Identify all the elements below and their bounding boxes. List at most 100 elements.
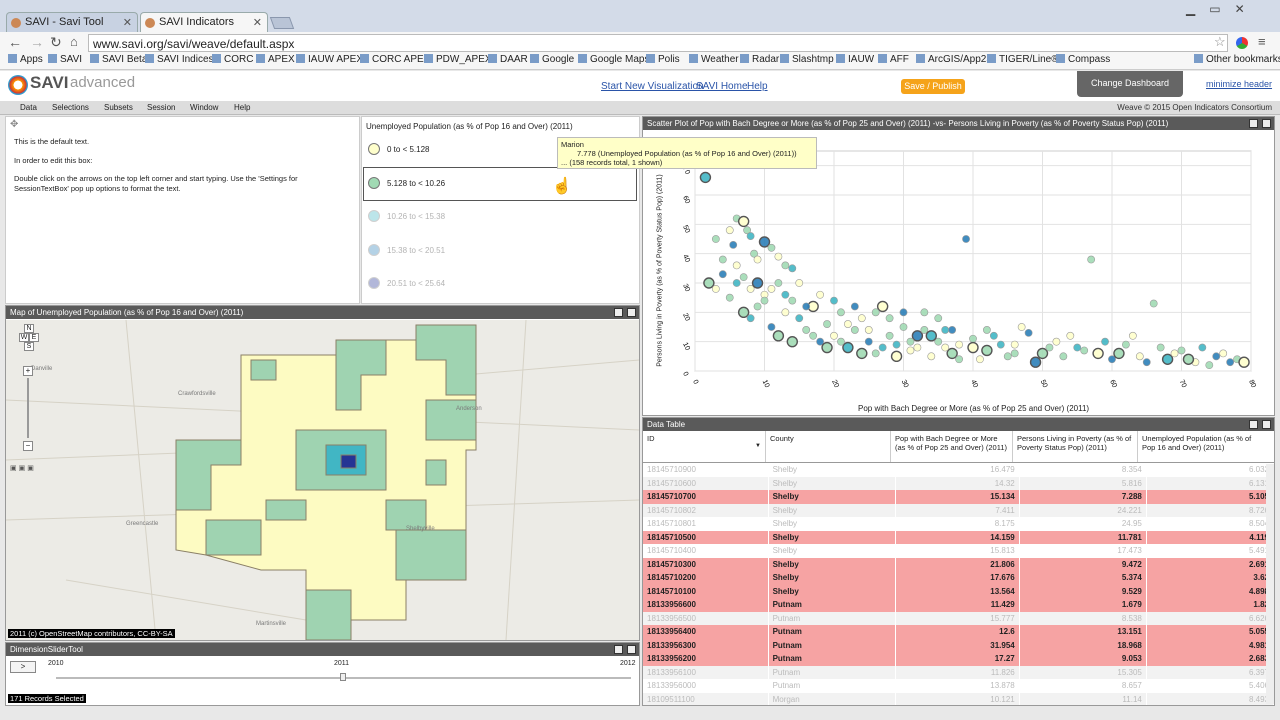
bookmark-item[interactable]: AFF (878, 54, 909, 65)
scatter-point[interactable] (920, 308, 929, 317)
table-row[interactable]: 18145710801 Shelby 8.175 24.95 8.504 (643, 517, 1274, 531)
menu-help[interactable]: Help (234, 103, 250, 112)
scatter-point[interactable] (718, 255, 727, 264)
star-icon[interactable]: ☆ (1214, 34, 1226, 50)
slider-thumb[interactable] (340, 673, 346, 681)
menu-window[interactable]: Window (190, 103, 218, 112)
column-header-bach[interactable]: Pop with Bach Degree or More (as % of Po… (891, 431, 1013, 462)
menu-selections[interactable]: Selections (52, 103, 89, 112)
extension-icon[interactable] (1236, 37, 1248, 49)
table-row[interactable]: 18133956000 Putnam 13.878 8.657 5.406 (643, 679, 1274, 693)
start-new-visualization-link[interactable]: Start New Visualization (601, 81, 704, 92)
table-row[interactable]: 18145710900 Shelby 16.479 8.354 6.032 (643, 463, 1274, 477)
scatter-point[interactable] (842, 341, 854, 354)
bookmark-item[interactable]: Weather (689, 54, 739, 65)
scatter-point[interactable] (1238, 356, 1250, 368)
scatter-point[interactable] (746, 314, 755, 323)
minimize-icon[interactable] (1249, 119, 1258, 128)
scatter-point[interactable] (969, 334, 977, 343)
scatter-point[interactable] (1003, 352, 1012, 361)
map-tool-icons[interactable]: ▣▣▣ (10, 464, 36, 472)
scatter-point[interactable] (962, 235, 970, 243)
help-link[interactable]: Help (747, 81, 768, 92)
scatter-point[interactable] (725, 293, 734, 302)
scatter-point[interactable] (996, 340, 1005, 349)
scatter-point[interactable] (699, 171, 712, 184)
sort-desc-icon[interactable]: ▼ (755, 443, 761, 449)
scatter-point[interactable] (1142, 358, 1151, 367)
scatter-point[interactable] (1219, 349, 1228, 358)
minimize-icon[interactable] (1249, 420, 1258, 429)
table-row[interactable]: 18145710700 Shelby 15.134 7.288 5.105 (643, 490, 1274, 504)
table-row[interactable]: 18145710100 Shelby 13.564 9.529 4.898 (643, 584, 1274, 598)
column-header-id[interactable]: ID ▼ (643, 431, 766, 462)
scatter-point[interactable] (1066, 331, 1075, 340)
pan-east-button[interactable]: E (29, 333, 39, 342)
bookmark-item[interactable]: Radar (740, 54, 779, 65)
scatter-point[interactable] (989, 331, 998, 340)
menu-data[interactable]: Data (20, 103, 37, 112)
scatter-point[interactable] (816, 290, 824, 299)
pan-south-button[interactable]: S (24, 342, 34, 351)
savi-home-link[interactable]: SAVI Home (696, 81, 748, 92)
scatter-point[interactable] (864, 326, 873, 334)
scatter-point[interactable] (1017, 323, 1026, 331)
scatter-point[interactable] (732, 279, 741, 287)
tab-savi-tool[interactable]: SAVI - Savi Tool ✕ (6, 12, 138, 32)
scatter-point[interactable] (725, 226, 734, 235)
scatter-point[interactable] (1170, 349, 1179, 358)
scatter-point[interactable] (737, 306, 750, 319)
scatter-point[interactable] (885, 314, 894, 323)
scatter-point[interactable] (737, 215, 750, 228)
scatter-point[interactable] (781, 290, 790, 299)
bookmark-item[interactable]: Apps (8, 54, 43, 65)
scatter-point[interactable] (751, 277, 764, 289)
scatter-point[interactable] (911, 330, 924, 342)
scatter-point[interactable] (934, 314, 943, 323)
column-header-unemployed[interactable]: Unemployed Population (as % of Pop 16 an… (1138, 431, 1263, 462)
maximize-icon[interactable] (627, 308, 636, 317)
bookmark-item[interactable]: ArcGIS/App25 (916, 54, 992, 65)
menu-icon[interactable]: ≡ (1258, 34, 1266, 49)
scatter-point[interactable] (774, 252, 783, 261)
scatter-point[interactable] (823, 320, 831, 328)
new-tab-button[interactable] (269, 17, 295, 29)
save-publish-button[interactable]: Save / Publish (901, 79, 965, 94)
bookmark-item[interactable]: TIGER/Line® (987, 54, 1059, 65)
scatter-point[interactable] (955, 340, 963, 349)
scatter-point[interactable] (1010, 340, 1019, 349)
scatter-point[interactable] (795, 279, 804, 287)
bookmark-item[interactable]: CORC (212, 54, 253, 65)
scatter-point[interactable] (981, 344, 993, 357)
table-row[interactable]: 18133956400 Putnam 12.6 13.151 5.055 (643, 625, 1274, 639)
other-bookmarks[interactable]: Other bookmarks (1194, 54, 1280, 65)
maximize-icon[interactable] (627, 645, 636, 654)
scatter-point[interactable] (899, 323, 908, 331)
scatter-point[interactable] (955, 355, 963, 364)
legend-item[interactable]: 5.128 to < 10.26 (368, 176, 445, 192)
tab-savi-indicators[interactable]: SAVI Indicators ✕ (140, 12, 268, 32)
bookmark-item[interactable]: SAVI Indices (145, 54, 214, 65)
bookmark-item[interactable]: Google Maps (578, 54, 649, 65)
scatter-point[interactable] (837, 337, 845, 346)
pan-west-button[interactable]: W (19, 333, 29, 342)
scatter-point[interactable] (925, 330, 937, 342)
bookmark-item[interactable]: Google (530, 54, 574, 65)
scatter-point[interactable] (856, 347, 868, 360)
scatter-point[interactable] (1073, 343, 1082, 352)
minimize-icon[interactable] (614, 645, 623, 654)
scatter-point[interactable] (871, 349, 880, 358)
scatter-point[interactable] (1087, 255, 1096, 264)
scatter-point[interactable] (885, 331, 894, 340)
scatter-point[interactable] (802, 302, 811, 311)
menu-subsets[interactable]: Subsets (104, 103, 133, 112)
table-row[interactable]: 18109511100 Morgan 10.121 11.14 8.493 (643, 692, 1274, 705)
scatter-point[interactable] (1212, 352, 1221, 361)
scatter-point[interactable] (1135, 352, 1144, 361)
menu-session[interactable]: Session (147, 103, 175, 112)
scatter-point[interactable] (729, 240, 738, 249)
back-icon[interactable]: ← (8, 34, 22, 50)
scatter-point[interactable] (781, 308, 790, 317)
change-dashboard-button[interactable]: Change Dashboard (1077, 71, 1183, 97)
scatter-point[interactable] (1080, 346, 1089, 355)
